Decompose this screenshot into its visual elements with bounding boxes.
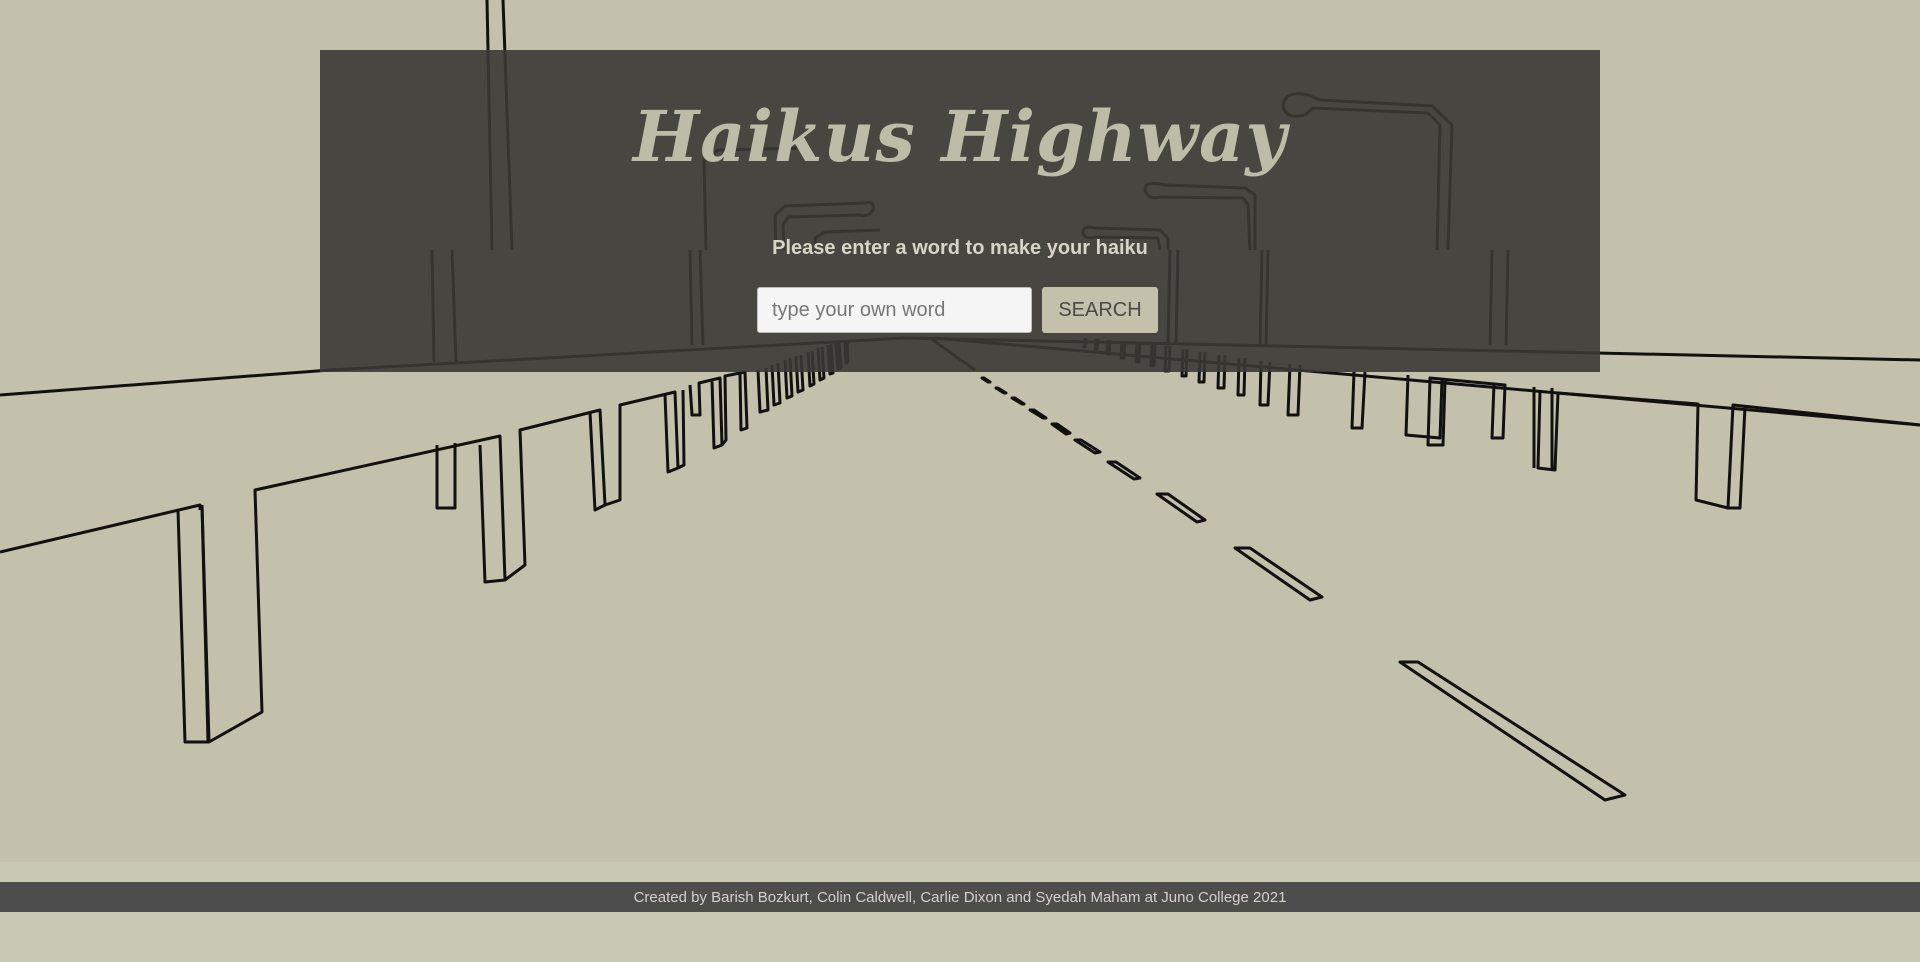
page: Haikus Highway Please enter a word to ma… (0, 0, 1920, 962)
lane-markings (929, 336, 1627, 802)
word-search-input[interactable] (757, 287, 1032, 333)
search-prompt-text: Please enter a word to make your haiku (772, 237, 1148, 259)
footer-credit-text: Created by Barish Bozkurt, Colin Caldwel… (633, 888, 1287, 906)
left-guardrail (0, 336, 906, 744)
page-title: Haikus Highway (632, 95, 1288, 178)
search-button[interactable]: SEARCH (1042, 287, 1158, 333)
footer: Created by Barish Bozkurt, Colin Caldwel… (0, 882, 1920, 912)
